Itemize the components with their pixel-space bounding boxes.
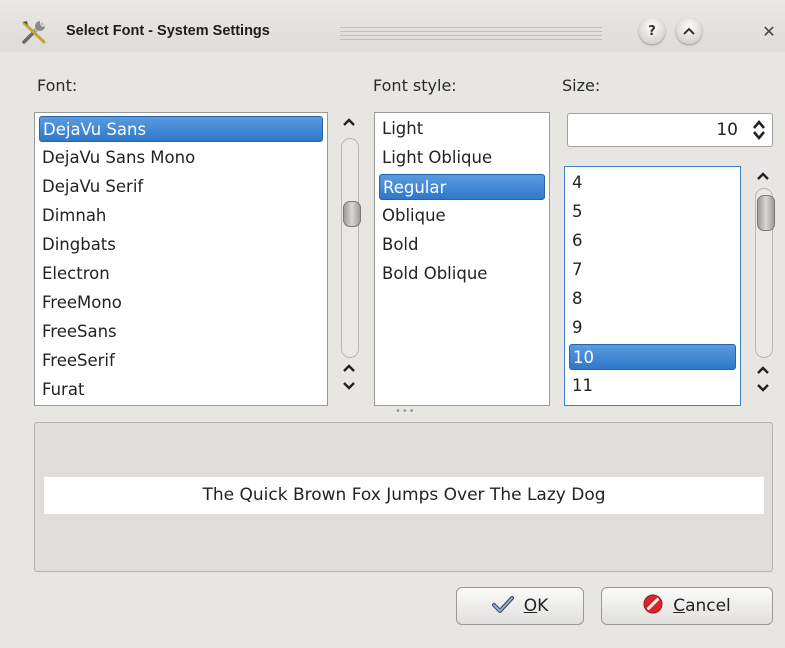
- style-list-item[interactable]: Bold Oblique: [379, 261, 545, 287]
- style-list-item[interactable]: Bold: [379, 232, 545, 258]
- size-list-item[interactable]: 9: [569, 315, 736, 341]
- shade-icon[interactable]: [676, 18, 702, 44]
- font-list-item[interactable]: Dingbats: [39, 232, 323, 258]
- help-icon[interactable]: ?: [639, 18, 665, 44]
- window-title: Select Font - System Settings: [66, 23, 270, 39]
- scroll-up-down-icon[interactable]: [339, 362, 359, 392]
- cancel-icon: [643, 594, 663, 619]
- font-list-item[interactable]: DejaVu Serif: [39, 174, 323, 200]
- ok-button-label: OK: [523, 596, 549, 616]
- scroll-up-icon[interactable]: [339, 112, 359, 132]
- size-list-scrollbar[interactable]: [753, 166, 775, 407]
- ok-button[interactable]: OK: [456, 587, 584, 625]
- font-list-item[interactable]: DejaVu Sans Mono: [39, 145, 323, 171]
- font-list-scrollbar[interactable]: [339, 112, 361, 407]
- size-spin-value[interactable]: 10: [716, 120, 738, 140]
- size-list-item[interactable]: 10: [569, 344, 736, 370]
- size-list-item[interactable]: 6: [569, 228, 736, 254]
- tools-icon[interactable]: [20, 18, 48, 46]
- scroll-groove[interactable]: [341, 138, 361, 358]
- size-list-item[interactable]: 5: [569, 199, 736, 225]
- font-list-item[interactable]: Furat: [39, 377, 323, 403]
- preview-text: The Quick Brown Fox Jumps Over The Lazy …: [44, 477, 764, 514]
- cancel-button-label: Cancel: [673, 596, 731, 616]
- title-bar[interactable]: Select Font - System Settings ? ✕: [0, 0, 785, 52]
- scroll-handle[interactable]: [757, 195, 775, 231]
- font-list-item[interactable]: FreeSerif: [39, 348, 323, 374]
- font-list[interactable]: DejaVu Sans DejaVu Sans Mono DejaVu Seri…: [34, 112, 328, 406]
- size-list-item[interactable]: 7: [569, 257, 736, 283]
- select-font-dialog: Select Font - System Settings ? ✕ Font: …: [0, 0, 785, 648]
- size-list-item[interactable]: 4: [569, 170, 736, 196]
- scroll-up-down-icon[interactable]: [753, 364, 773, 399]
- spin-arrows-icon[interactable]: [752, 118, 766, 144]
- close-icon[interactable]: ✕: [756, 18, 782, 44]
- style-list-item[interactable]: Light: [379, 116, 545, 142]
- font-list-item[interactable]: Electron: [39, 261, 323, 287]
- font-list-item[interactable]: DejaVu Sans: [39, 116, 323, 142]
- font-label: Font:: [37, 76, 78, 95]
- title-bar-decoration: [340, 27, 602, 41]
- scroll-up-icon[interactable]: [753, 166, 773, 186]
- cancel-button[interactable]: Cancel: [601, 587, 773, 625]
- size-label: Size:: [562, 76, 601, 95]
- font-list-item[interactable]: FreeMono: [39, 290, 323, 316]
- splitter-grip[interactable]: •••: [395, 406, 416, 417]
- size-list[interactable]: 4 5 6 7 8 9 10 11: [564, 166, 741, 406]
- font-list-item[interactable]: Dimnah: [39, 203, 323, 229]
- size-spinbox[interactable]: 10: [567, 113, 773, 147]
- font-style-list[interactable]: Light Light Oblique Regular Oblique Bold…: [374, 112, 550, 406]
- style-list-item[interactable]: Regular: [379, 174, 545, 200]
- font-list-item[interactable]: FreeSans: [39, 319, 323, 345]
- scroll-handle[interactable]: [343, 201, 361, 227]
- size-list-item[interactable]: 8: [569, 286, 736, 312]
- font-style-label: Font style:: [373, 76, 457, 95]
- style-list-item[interactable]: Light Oblique: [379, 145, 545, 171]
- checkmark-icon: [491, 595, 514, 618]
- size-list-item[interactable]: 11: [569, 373, 736, 399]
- scroll-groove[interactable]: [755, 188, 775, 358]
- style-list-item[interactable]: Oblique: [379, 203, 545, 229]
